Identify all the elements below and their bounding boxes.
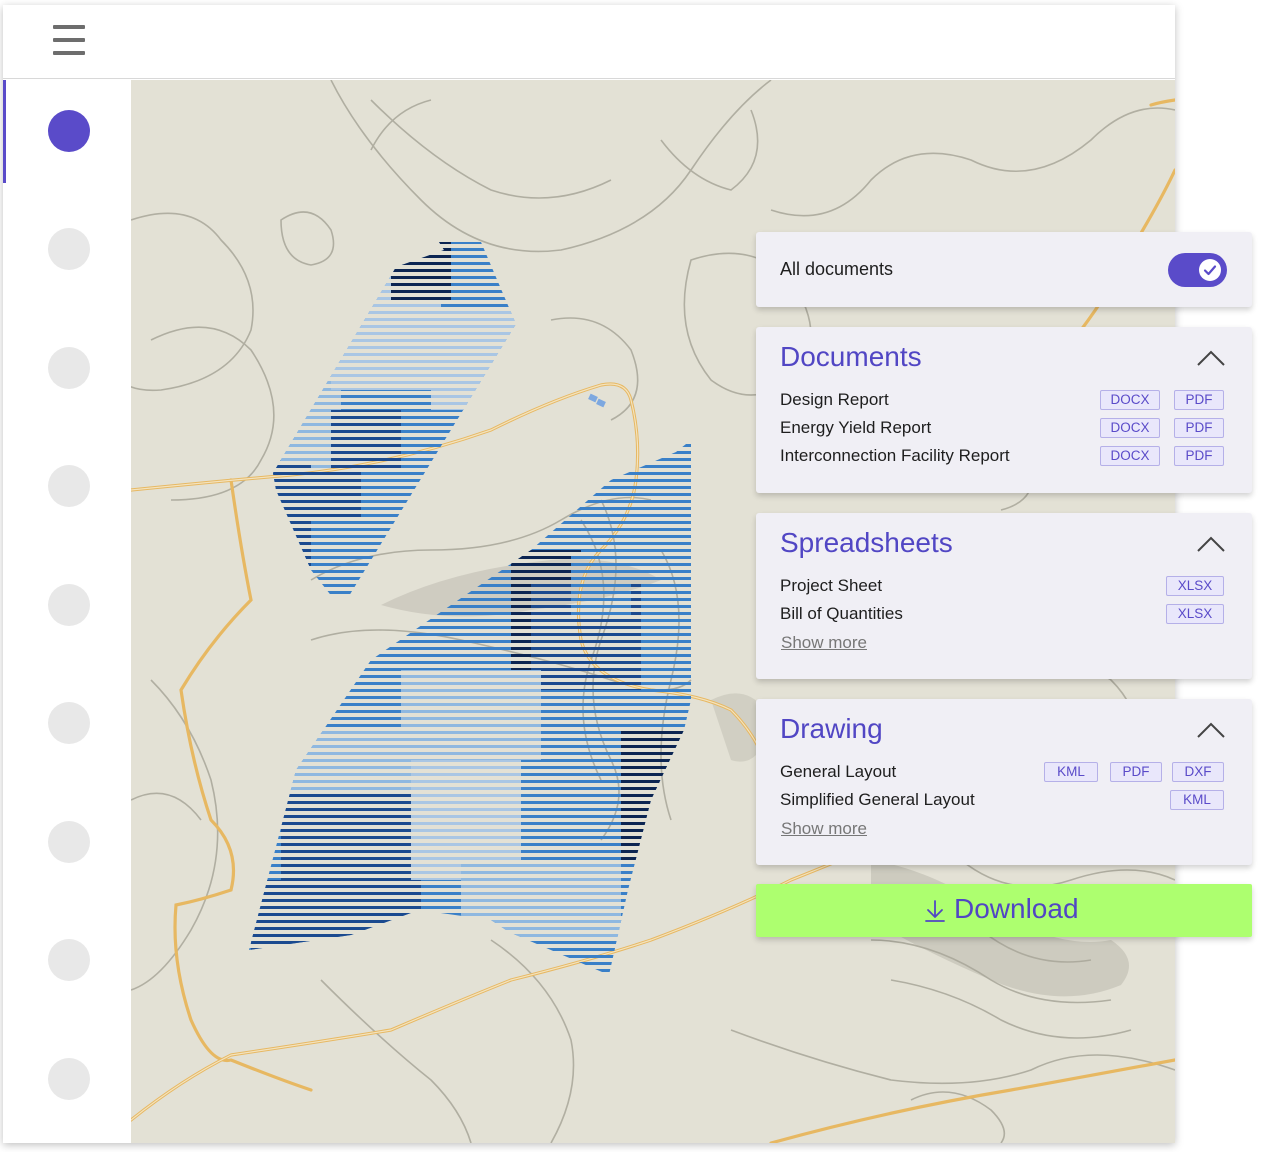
drawing-row-label: General Layout [780, 762, 897, 781]
documents-section: Documents Design Report DOCX PDF Energy … [756, 327, 1252, 493]
kml-button[interactable]: KML [1044, 762, 1098, 782]
all-documents-toggle[interactable] [1168, 253, 1227, 287]
drawing-section: Drawing General Layout KML PDF DXF Simpl… [756, 699, 1252, 865]
hamburger-menu-icon[interactable] [53, 23, 85, 57]
xlsx-button[interactable]: XLSX [1166, 576, 1224, 596]
download-arrow-icon [925, 900, 945, 922]
docx-button[interactable]: DOCX [1100, 390, 1160, 410]
sidebar [3, 80, 131, 1143]
sidebar-item-3[interactable] [48, 347, 90, 389]
sidebar-item-8[interactable] [48, 939, 90, 981]
sidebar-item-9[interactable] [48, 1058, 90, 1100]
check-icon [1203, 265, 1217, 276]
dxf-button[interactable]: DXF [1172, 762, 1224, 782]
show-more-link[interactable]: Show more [781, 819, 867, 839]
spreadsheets-section: Spreadsheets Project Sheet XLSX Bill of … [756, 513, 1252, 679]
sidebar-item-2[interactable] [48, 228, 90, 270]
pdf-button[interactable]: PDF [1110, 762, 1162, 782]
spreadsheets-title: Spreadsheets [780, 527, 953, 558]
show-more-link[interactable]: Show more [781, 633, 867, 653]
pdf-button[interactable]: PDF [1174, 446, 1224, 466]
sidebar-active-indicator [3, 80, 6, 183]
chevron-up-icon[interactable] [1196, 535, 1226, 553]
download-label: Download [954, 893, 1079, 924]
documents-title: Documents [780, 341, 922, 372]
document-row-label: Energy Yield Report [780, 418, 932, 437]
xlsx-button[interactable]: XLSX [1166, 604, 1224, 624]
drawing-title: Drawing [780, 713, 883, 744]
sidebar-item-7[interactable] [48, 821, 90, 863]
docx-button[interactable]: DOCX [1100, 418, 1160, 438]
chevron-up-icon[interactable] [1196, 349, 1226, 367]
docx-button[interactable]: DOCX [1100, 446, 1160, 466]
sidebar-item-4[interactable] [48, 465, 90, 507]
sidebar-item-5[interactable] [48, 584, 90, 626]
pdf-button[interactable]: PDF [1174, 390, 1224, 410]
kml-button[interactable]: KML [1170, 790, 1224, 810]
spreadsheet-row-label: Project Sheet [780, 576, 883, 595]
sidebar-item-1[interactable] [48, 110, 90, 152]
chevron-up-icon[interactable] [1196, 721, 1226, 739]
document-row-label: Design Report [780, 390, 889, 409]
spreadsheet-row-label: Bill of Quantities [780, 604, 903, 623]
drawing-row-label: Simplified General Layout [780, 790, 975, 809]
sidebar-item-6[interactable] [48, 702, 90, 744]
document-row-label: Interconnection Facility Report [780, 446, 1010, 465]
download-button[interactable]: Download [756, 884, 1252, 937]
toggle-knob [1199, 259, 1221, 281]
all-documents-card: All documents [756, 232, 1252, 307]
all-documents-label: All documents [780, 259, 894, 279]
top-bar [3, 5, 1175, 79]
pdf-button[interactable]: PDF [1174, 418, 1224, 438]
